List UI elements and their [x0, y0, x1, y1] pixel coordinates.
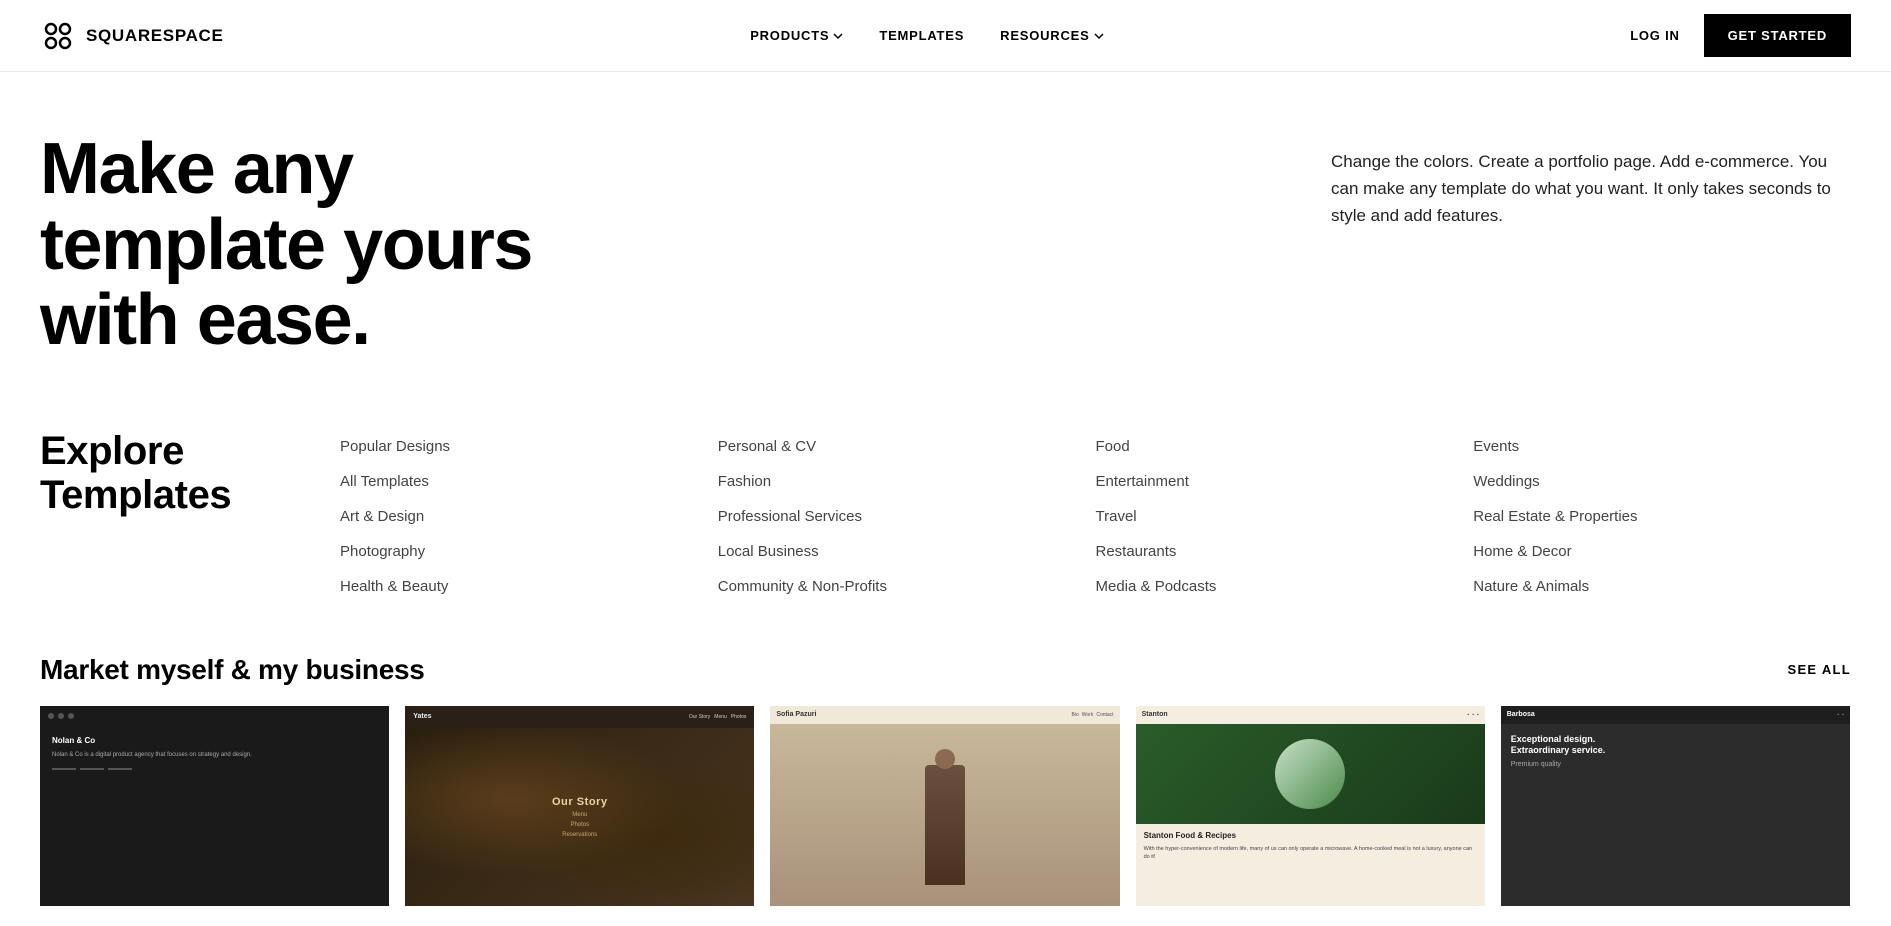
nav-templates[interactable]: TEMPLATES	[879, 28, 964, 43]
category-col-1: Popular Designs All Templates Art & Desi…	[340, 429, 718, 604]
thumbnail-inner: Sofia Pazuri Bio Work Contact	[770, 706, 1119, 906]
browser-bar	[40, 706, 389, 726]
template-nav: ▪ ▪ ▪	[1467, 712, 1478, 718]
market-section: Market myself & my business SEE ALL Nola…	[0, 624, 1891, 926]
browser-header: Stanton ▪ ▪ ▪	[1136, 706, 1485, 724]
category-weddings[interactable]: Weddings	[1473, 464, 1851, 499]
template-logo: Nolan & Co	[52, 736, 377, 745]
chevron-down-icon	[833, 31, 843, 41]
template-thumbnail-sofia[interactable]: Sofia Pazuri Bio Work Contact	[770, 706, 1119, 906]
browser-dot	[58, 713, 64, 719]
template-nav: ▪ ▪	[1837, 712, 1844, 718]
category-restaurants[interactable]: Restaurants	[1096, 534, 1474, 569]
template-logo: Barbosa	[1507, 711, 1535, 718]
category-health-beauty[interactable]: Health & Beauty	[340, 569, 718, 604]
category-events[interactable]: Events	[1473, 429, 1851, 464]
category-professional-services[interactable]: Professional Services	[718, 499, 1096, 534]
category-local-business[interactable]: Local Business	[718, 534, 1096, 569]
category-all-templates[interactable]: All Templates	[340, 464, 718, 499]
food-sub-text-2: Photos	[570, 822, 589, 828]
template-image-area: Stanton Food & Recipes With the hyper-co…	[1136, 724, 1485, 906]
category-col-4: Events Weddings Real Estate & Properties…	[1473, 429, 1851, 604]
category-art-design[interactable]: Art & Design	[340, 499, 718, 534]
barbosa-sub: Premium quality	[1511, 761, 1840, 768]
browser-header: Yates Our Story Menu Photos	[405, 706, 754, 728]
category-col-3: Food Entertainment Travel Restaurants Me…	[1096, 429, 1474, 604]
template-body: Nolan & Co is a digital product agency t…	[52, 751, 377, 760]
get-started-button[interactable]: GET STARTED	[1704, 14, 1851, 57]
explore-heading: Explore Templates	[40, 429, 340, 604]
explore-title: Explore Templates	[40, 429, 340, 517]
category-community-nonprofits[interactable]: Community & Non-Profits	[718, 569, 1096, 604]
sofia-figure	[925, 765, 965, 885]
category-photography[interactable]: Photography	[340, 534, 718, 569]
barbosa-title: Exceptional design.Extraordinary service…	[1511, 734, 1840, 757]
category-fashion[interactable]: Fashion	[718, 464, 1096, 499]
hero-title: Make any template yours with ease.	[40, 132, 640, 359]
category-food[interactable]: Food	[1096, 429, 1474, 464]
thumbnail-content: Nolan & Co Nolan & Co is a digital produ…	[40, 726, 389, 780]
template-thumbnail-nolan[interactable]: Nolan & Co Nolan & Co is a digital produ…	[40, 706, 389, 906]
see-all-link[interactable]: SEE ALL	[1787, 662, 1851, 677]
template-nav: Bio Work Contact	[1072, 712, 1114, 718]
food-sub-text-3: Reservations	[562, 832, 597, 838]
thumbnail-inner: Stanton ▪ ▪ ▪ Stanton Food & Recipes Wit…	[1136, 706, 1485, 906]
nav-center: PRODUCTS TEMPLATES RESOURCES	[750, 28, 1103, 43]
template-logo: Stanton	[1142, 711, 1168, 718]
category-media-podcasts[interactable]: Media & Podcasts	[1096, 569, 1474, 604]
brand-name: SQUARESPACE	[86, 26, 224, 46]
hero-right: Change the colors. Create a portfolio pa…	[1331, 132, 1851, 230]
navbar: SQUARESPACE PRODUCTS TEMPLATES RESOURCES…	[0, 0, 1891, 72]
stanton-body: With the hyper-convenience of modern lif…	[1144, 845, 1477, 862]
explore-section: Explore Templates Popular Designs All Te…	[0, 399, 1891, 624]
thumbnail-inner: Nolan & Co Nolan & Co is a digital produ…	[40, 706, 389, 906]
category-col-2: Personal & CV Fashion Professional Servi…	[718, 429, 1096, 604]
thumbnails-row: Nolan & Co Nolan & Co is a digital produ…	[40, 706, 1851, 906]
category-real-estate[interactable]: Real Estate & Properties	[1473, 499, 1851, 534]
template-image-area: Our Story Menu Photos Reservations	[405, 728, 754, 906]
stanton-text-content: Stanton Food & Recipes With the hyper-co…	[1136, 824, 1485, 868]
nav-right: LOG IN GET STARTED	[1630, 14, 1851, 57]
template-thumbnail-yates[interactable]: Yates Our Story Menu Photos Our Story Me…	[405, 706, 754, 906]
hero-description: Change the colors. Create a portfolio pa…	[1331, 148, 1851, 230]
browser-dot	[68, 713, 74, 719]
category-travel[interactable]: Travel	[1096, 499, 1474, 534]
hero-left: Make any template yours with ease.	[40, 132, 640, 359]
browser-header: Barbosa ▪ ▪	[1501, 706, 1850, 724]
category-entertainment[interactable]: Entertainment	[1096, 464, 1474, 499]
thumbnail-inner: Barbosa ▪ ▪ Exceptional design.Extraordi…	[1501, 706, 1850, 906]
category-personal-cv[interactable]: Personal & CV	[718, 429, 1096, 464]
stanton-hero-image	[1136, 724, 1485, 824]
market-header: Market myself & my business SEE ALL	[40, 654, 1851, 686]
template-logo: Yates	[413, 713, 431, 720]
market-title: Market myself & my business	[40, 654, 425, 686]
template-nav: Our Story Menu Photos	[689, 714, 747, 720]
nav-resources[interactable]: RESOURCES	[1000, 28, 1103, 43]
template-logo: Sofia Pazuri	[776, 711, 816, 718]
template-content: Exceptional design.Extraordinary service…	[1501, 724, 1850, 906]
stanton-title: Stanton Food & Recipes	[1144, 830, 1477, 842]
food-visual: Our Story Menu Photos Reservations	[405, 728, 754, 906]
food-sub-text: Menu	[572, 812, 587, 818]
stanton-circle	[1275, 739, 1345, 809]
chevron-down-icon	[1094, 31, 1104, 41]
template-image-area	[770, 724, 1119, 906]
nav-products[interactable]: PRODUCTS	[750, 28, 843, 43]
template-thumbnail-barbosa[interactable]: Barbosa ▪ ▪ Exceptional design.Extraordi…	[1501, 706, 1850, 906]
login-link[interactable]: LOG IN	[1630, 28, 1679, 43]
hero-section: Make any template yours with ease. Chang…	[0, 72, 1891, 399]
category-nature-animals[interactable]: Nature & Animals	[1473, 569, 1851, 604]
squarespace-logo-icon	[40, 18, 76, 54]
template-thumbnail-stanton[interactable]: Stanton ▪ ▪ ▪ Stanton Food & Recipes Wit…	[1136, 706, 1485, 906]
category-popular-designs[interactable]: Popular Designs	[340, 429, 718, 464]
browser-dot	[48, 713, 54, 719]
template-categories: Popular Designs All Templates Art & Desi…	[340, 429, 1851, 604]
food-main-text: Our Story	[552, 796, 608, 808]
category-home-decor[interactable]: Home & Decor	[1473, 534, 1851, 569]
browser-header: Sofia Pazuri Bio Work Contact	[770, 706, 1119, 724]
thumbnail-inner: Yates Our Story Menu Photos Our Story Me…	[405, 706, 754, 906]
logo[interactable]: SQUARESPACE	[40, 18, 224, 54]
